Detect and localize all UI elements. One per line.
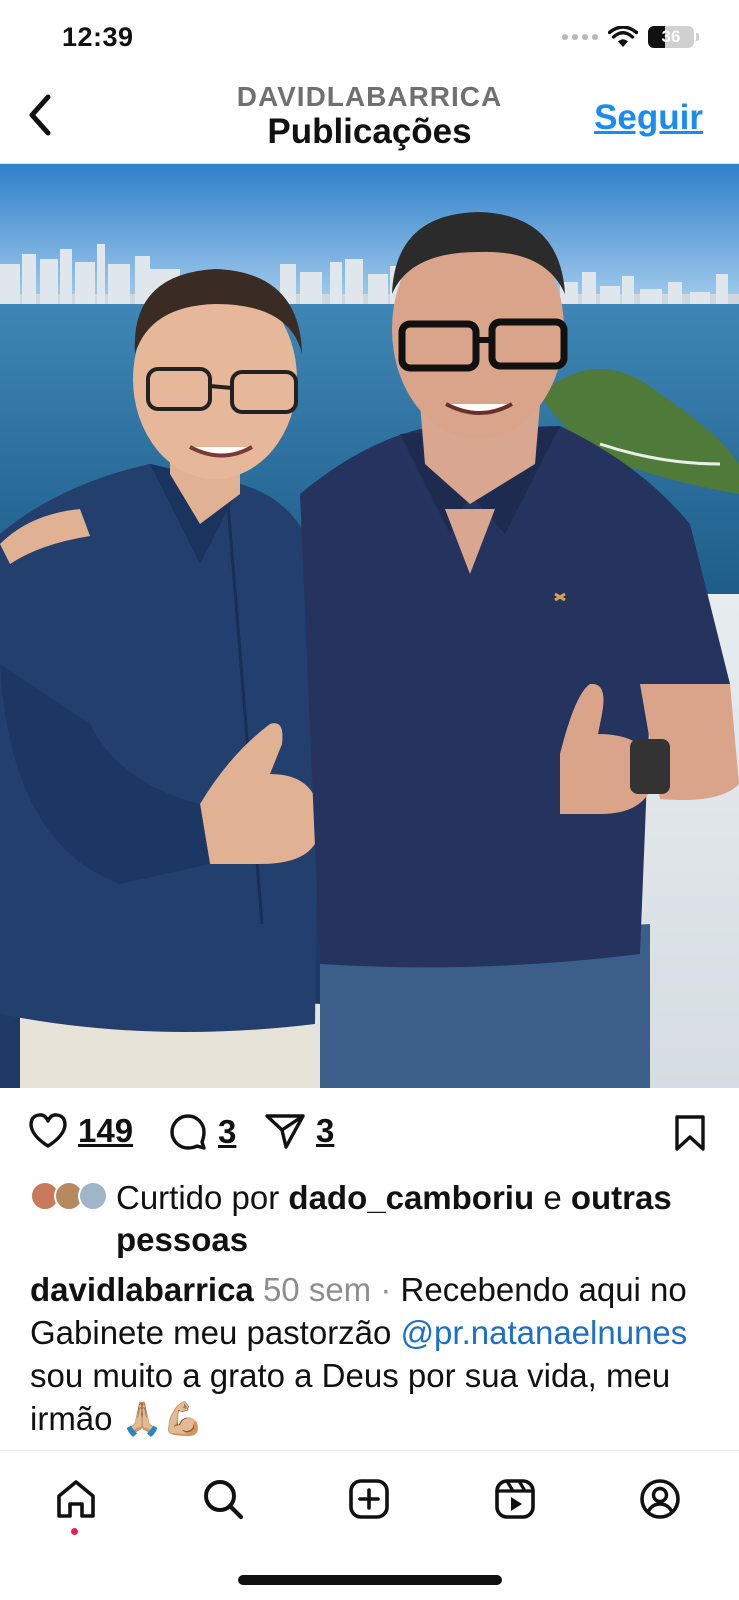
liked-by-user[interactable]: dado_camboriu bbox=[288, 1179, 534, 1216]
avatar bbox=[78, 1181, 108, 1211]
liked-by-connector: e bbox=[543, 1179, 562, 1216]
liked-by-prefix: Curtido por bbox=[116, 1179, 280, 1216]
comments-count[interactable]: 3 bbox=[218, 1113, 236, 1151]
share-action[interactable]: 3 bbox=[264, 1112, 334, 1150]
tab-home[interactable] bbox=[50, 1473, 102, 1525]
heart-icon[interactable] bbox=[28, 1112, 68, 1150]
caption-mention[interactable]: @pr.natanaelnunes bbox=[401, 1314, 688, 1351]
battery-cap bbox=[696, 33, 699, 41]
status-bar: 12:39 36 bbox=[0, 0, 739, 78]
comment-icon[interactable] bbox=[168, 1112, 208, 1152]
bookmark-icon[interactable] bbox=[673, 1114, 707, 1152]
shares-count[interactable]: 3 bbox=[316, 1112, 334, 1150]
signal-dots-icon bbox=[562, 34, 598, 40]
follow-button[interactable]: Seguir bbox=[594, 98, 703, 138]
liked-by-text[interactable]: Curtido por dado_camboriu e outras pesso… bbox=[116, 1177, 726, 1261]
tab-profile[interactable] bbox=[634, 1473, 686, 1525]
notification-dot bbox=[71, 1528, 78, 1535]
home-indicator[interactable] bbox=[238, 1575, 502, 1585]
post-photo[interactable] bbox=[0, 164, 739, 1088]
battery-level: 36 bbox=[661, 27, 681, 46]
likes-count[interactable]: 149 bbox=[78, 1112, 133, 1150]
like-action[interactable]: 149 bbox=[28, 1112, 133, 1150]
battery-icon: 36 bbox=[648, 26, 694, 48]
tab-search[interactable] bbox=[197, 1473, 249, 1525]
wifi-icon bbox=[608, 26, 638, 47]
tab-create[interactable] bbox=[343, 1473, 395, 1525]
caption-separator: · bbox=[380, 1271, 392, 1308]
post-caption: davidlabarrica 50 sem · Recebendo aqui n… bbox=[30, 1268, 720, 1440]
post-photo-illustration bbox=[0, 164, 739, 1088]
status-icons: 36 bbox=[562, 26, 699, 48]
post-time: 50 sem bbox=[262, 1271, 372, 1308]
caption-text-continued: sou muito a grato a Deus por sua vida, m… bbox=[30, 1357, 671, 1437]
send-icon[interactable] bbox=[264, 1112, 306, 1150]
post-action-bar: 149 3 3 bbox=[0, 1112, 739, 1156]
comment-action[interactable]: 3 bbox=[168, 1112, 236, 1152]
status-time: 12:39 bbox=[62, 22, 134, 52]
nav-header: DAVIDLABARRICA Publicações Seguir bbox=[0, 78, 739, 164]
create-icon bbox=[349, 1479, 389, 1519]
caption-author[interactable]: davidlabarrica bbox=[30, 1271, 254, 1308]
home-icon bbox=[57, 1480, 95, 1518]
search-icon bbox=[204, 1480, 244, 1520]
profile-icon bbox=[640, 1479, 680, 1519]
reels-icon bbox=[495, 1479, 535, 1519]
save-button[interactable] bbox=[673, 1114, 707, 1157]
bottom-tab-bar bbox=[0, 1450, 739, 1560]
tab-reels[interactable] bbox=[489, 1473, 541, 1525]
liker-avatars[interactable] bbox=[30, 1181, 110, 1215]
